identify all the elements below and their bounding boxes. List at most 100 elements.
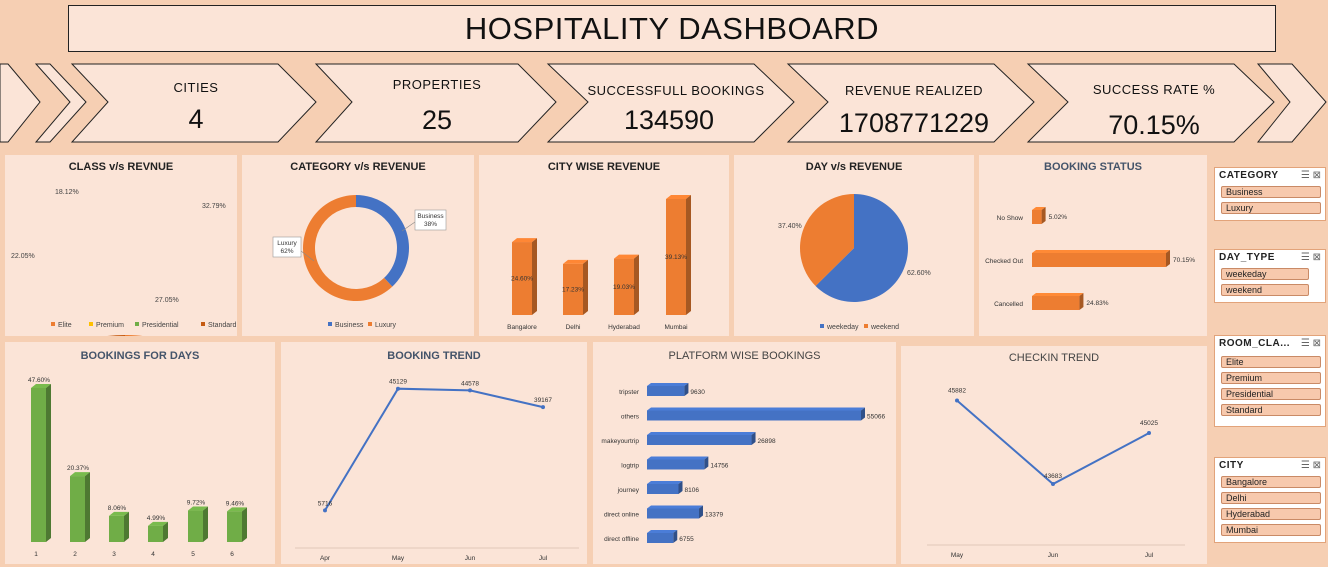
legend-label-standard: Standard bbox=[208, 322, 237, 329]
data-label-logtrip: 14756 bbox=[710, 463, 728, 470]
pie-slice-standard bbox=[107, 335, 125, 336]
tick-label-makeyourtrip: makeyourtrip bbox=[601, 438, 639, 445]
bar-day-6 bbox=[227, 511, 242, 542]
legend-swatch-weekend bbox=[864, 324, 868, 328]
tick-label-mumbai: Mumbai bbox=[664, 324, 687, 331]
slicer-room-class-item-presidential[interactable]: Presidential bbox=[1221, 388, 1321, 400]
slicer-day-type: DAY_TYPE ☰ ⊠ weekeday weekend bbox=[1214, 249, 1326, 303]
dashboard-title: HOSPITALITY DASHBOARD bbox=[68, 5, 1276, 52]
legend-label-presidential: Presidential bbox=[142, 322, 179, 329]
bar-logtrip-top bbox=[647, 456, 709, 460]
kpi-chevron-edge-left bbox=[0, 63, 41, 143]
bar-day-5 bbox=[188, 510, 203, 542]
slicer-city-item-hyderabad[interactable]: Hyderabad bbox=[1221, 508, 1321, 520]
bookings-days-chart: 47.60% 1 20.37% 2 8.06% 3 4.99% 4 9.72% 5 9.46% 6 bbox=[28, 377, 247, 558]
bar-checked-out-top bbox=[1032, 250, 1170, 253]
bar-others-top bbox=[647, 407, 865, 411]
slicer-city-item-bangalore[interactable]: Bangalore bbox=[1221, 476, 1321, 488]
bar-logtrip bbox=[647, 459, 705, 470]
tick-label-day-4: 4 bbox=[151, 551, 155, 558]
slicer-category-item-luxury[interactable]: Luxury bbox=[1221, 202, 1321, 214]
slicer-day-type-item-weekend[interactable]: weekend bbox=[1221, 284, 1309, 296]
bar-direct-offline bbox=[647, 533, 674, 543]
class-revenue-panel: CLASS v/s REVNUE 32.79% 27.05% 22.05% 18.12… bbox=[5, 155, 237, 336]
tick-label-delhi: Delhi bbox=[566, 324, 581, 331]
legend-label-luxury: Luxury bbox=[375, 322, 397, 329]
bar-day-3-side bbox=[124, 511, 129, 542]
kpi-properties-value: 25 bbox=[421, 105, 453, 135]
data-label-others: 55066 bbox=[867, 414, 885, 421]
slicer-day-type-clear-icon[interactable]: ☰ ⊠ bbox=[1301, 252, 1321, 263]
legend-swatch-elite bbox=[51, 322, 55, 326]
data-label-weekeday: 62.60% bbox=[907, 270, 931, 277]
data-label-day-3: 8.06% bbox=[108, 505, 127, 512]
donut-slice-business bbox=[356, 195, 409, 287]
bar-no-show bbox=[1032, 210, 1042, 224]
tick-label-checked-out: Checked Out bbox=[985, 258, 1023, 265]
data-label-day-4: 4.99% bbox=[147, 515, 166, 522]
kpi-properties-label: PROPERTIES bbox=[392, 77, 482, 92]
legend-label-weekend: weekend bbox=[870, 324, 899, 331]
checkin-trend-tick-label-may: May bbox=[951, 552, 964, 559]
checkin-trend-data-label-jul: 45025 bbox=[1140, 420, 1158, 427]
bar-day-6-side bbox=[242, 507, 247, 542]
callout-name-luxury: Luxury bbox=[277, 240, 297, 247]
booking-trend-chart: 5716 Apr 45129 May 44578 Jun 39167 Jul bbox=[295, 379, 579, 562]
city-revenue-chart: 24.60% Bangalore 17.23% Delhi 19.03% Hyderaba… bbox=[507, 195, 691, 331]
slicer-city-item-mumbai[interactable]: Mumbai bbox=[1221, 524, 1321, 536]
tick-label-tripster: tripster bbox=[619, 389, 640, 396]
bar-cancelled-top bbox=[1032, 293, 1084, 296]
slicer-category-clear-icon[interactable]: ☰ ⊠ bbox=[1301, 170, 1321, 181]
data-label-day-2: 20.37% bbox=[67, 465, 89, 472]
slicer-room-class-item-premium[interactable]: Premium bbox=[1221, 372, 1321, 384]
bar-makeyourtrip bbox=[647, 435, 752, 445]
tick-label-hyderabad: Hyderabad bbox=[608, 324, 640, 331]
kpi-bookings-label: SUCCESSFULL BOOKINGS bbox=[587, 83, 765, 98]
bookings-days-panel: BOOKINGS FOR DAYS 47.60% 1 20.37% 2 8.06% 3 4.… bbox=[5, 342, 275, 564]
slicer-room-class-item-standard[interactable]: Standard bbox=[1221, 404, 1321, 416]
data-label-direct-online: 13379 bbox=[705, 512, 723, 519]
callout-pct-business: 38% bbox=[424, 221, 437, 228]
booking-trend-point-may bbox=[396, 386, 400, 391]
bar-day-3 bbox=[109, 515, 124, 542]
tick-label-day-5: 5 bbox=[191, 551, 195, 558]
data-label-no-show: 5.02% bbox=[1049, 214, 1068, 221]
data-label-premium: 27.05% bbox=[155, 297, 179, 304]
slicer-category-item-business[interactable]: Business bbox=[1221, 186, 1321, 198]
tick-label-journey: journey bbox=[617, 487, 640, 494]
callout-name-business: Business bbox=[417, 213, 444, 220]
slicer-city-clear-icon[interactable]: ☰ ⊠ bbox=[1301, 460, 1321, 471]
tick-label-logtrip: logtrip bbox=[621, 463, 639, 470]
slicer-category-header: CATEGORY bbox=[1219, 170, 1279, 181]
bar-tripster-top bbox=[647, 383, 689, 386]
checkin-trend-data-label-may: 45882 bbox=[948, 387, 966, 394]
category-revenue-panel: CATEGORY v/s REVENUE Business 38% Luxury 62… bbox=[242, 155, 474, 336]
legend-label-weekeday: weekeday bbox=[826, 324, 859, 331]
city-revenue-panel: CITY WISE REVENUE 24.60% Bangalore 17.23% D… bbox=[479, 155, 729, 336]
data-label-weekend: 37.40% bbox=[778, 223, 802, 230]
slicer-day-type-item-weekeday[interactable]: weekeday bbox=[1221, 268, 1309, 280]
kpi-cities-value: 4 bbox=[188, 104, 204, 134]
bar-day-4 bbox=[148, 525, 163, 542]
bar-direct-online bbox=[647, 508, 699, 519]
slicer-city-item-delhi[interactable]: Delhi bbox=[1221, 492, 1321, 504]
tick-label-direct-offline: direct offline bbox=[604, 536, 639, 543]
day-revenue-panel: DAY v/s REVENUE 62.60% 37.40% weekeday week… bbox=[734, 155, 974, 336]
legend-swatch-standard bbox=[201, 322, 205, 326]
bar-cancelled bbox=[1032, 296, 1080, 310]
legend-swatch-premium bbox=[89, 322, 93, 326]
kpi-cities-label: CITIES bbox=[173, 80, 219, 95]
kpi-bookings-value: 134590 bbox=[623, 105, 715, 135]
booking-trend-tick-label-may: May bbox=[392, 555, 405, 562]
slicer-day-type-header: DAY_TYPE bbox=[1219, 252, 1275, 263]
slicer-category: CATEGORY ☰ ⊠ Business Luxury bbox=[1214, 167, 1326, 221]
slicer-room-class-item-elite[interactable]: Elite bbox=[1221, 356, 1321, 368]
booking-trend-series-line bbox=[324, 387, 544, 511]
slicer-room-class-clear-icon[interactable]: ☰ ⊠ bbox=[1301, 338, 1321, 349]
data-label-hyderabad: 19.03% bbox=[613, 284, 635, 291]
bar-others bbox=[647, 410, 861, 421]
checkin-trend-tick-label-jun: Jun bbox=[1048, 552, 1059, 559]
bar-direct-offline-top bbox=[647, 530, 678, 533]
booking-status-panel: BOOKING STATUS 5.02% No Show 70.15% Checked… bbox=[979, 155, 1207, 336]
bar-journey bbox=[647, 484, 679, 494]
